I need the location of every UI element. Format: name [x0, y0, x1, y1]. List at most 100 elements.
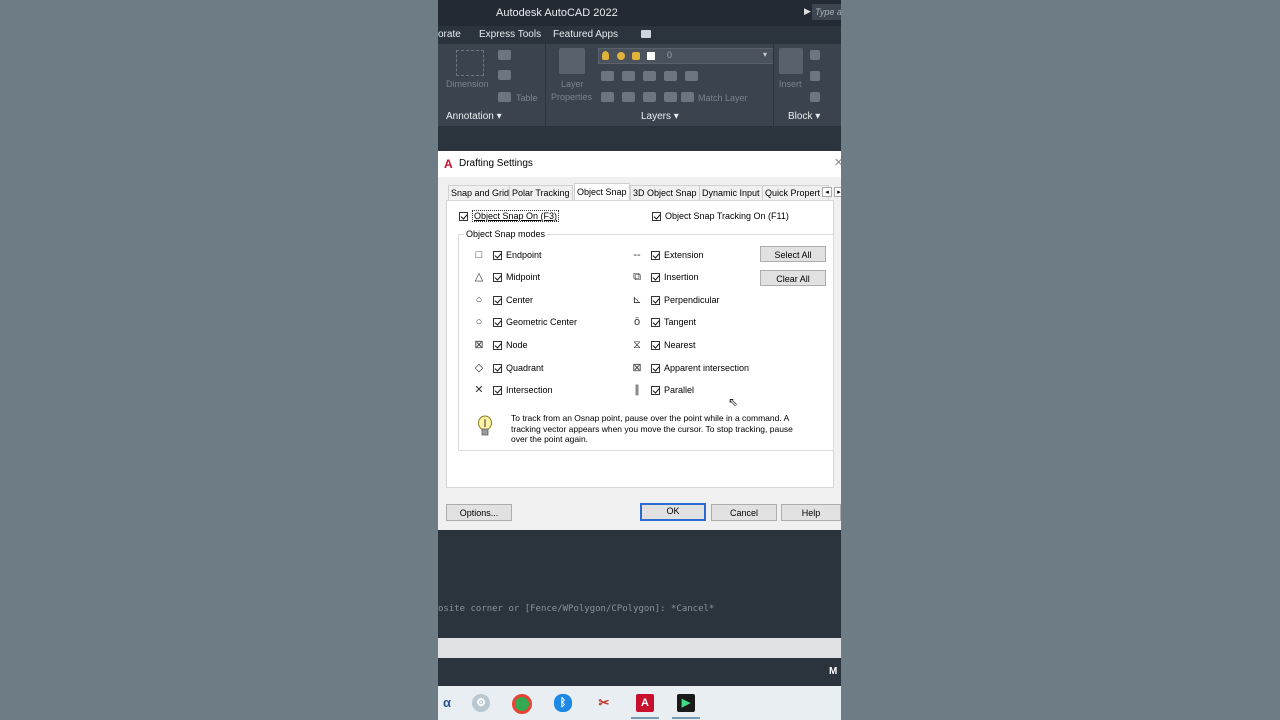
otrack-on-checkbox[interactable]: Object Snap Tracking On (F11) — [652, 210, 789, 222]
search-input[interactable]: Type a — [812, 4, 841, 20]
center-checkbox[interactable]: Center — [493, 294, 533, 306]
ok-button[interactable]: OK — [640, 503, 706, 521]
checkbox[interactable] — [651, 250, 660, 260]
tab-polar-tracking[interactable]: Polar Tracking — [509, 185, 573, 200]
layer-tool-icon[interactable] — [601, 71, 614, 81]
checkbox[interactable] — [493, 340, 502, 350]
close-icon[interactable]: ✕ — [834, 156, 841, 169]
tab-dynamic-input[interactable]: Dynamic Input — [699, 185, 763, 200]
layer-on-icon[interactable] — [602, 51, 609, 60]
layer-tool-icon[interactable] — [622, 71, 635, 81]
snipping-tool-icon[interactable]: ✂ — [595, 694, 613, 712]
insertion-checkbox[interactable]: Insertion — [651, 271, 699, 283]
checkbox[interactable] — [459, 211, 468, 221]
apparent-intersection-checkbox[interactable]: Apparent intersection — [651, 362, 749, 374]
ribbon-tab-express-tools[interactable]: Express Tools — [479, 29, 541, 40]
insert-label[interactable]: Insert — [779, 79, 802, 89]
ribbon-tab-collaborate[interactable]: orate — [438, 29, 461, 40]
nearest-checkbox[interactable]: Nearest — [651, 339, 696, 351]
clear-all-button[interactable]: Clear All — [760, 270, 826, 286]
layer-tool-icon[interactable] — [664, 71, 677, 81]
layer-tool-icon[interactable] — [601, 92, 614, 102]
layer-tool-icon[interactable] — [664, 92, 677, 102]
tab-snap-and-grid[interactable]: Snap and Grid — [448, 185, 513, 200]
layer-color-icon[interactable] — [647, 52, 655, 60]
checkbox[interactable] — [493, 363, 502, 373]
intersection-checkbox[interactable]: Intersection — [493, 384, 553, 396]
chevron-down-icon[interactable]: ▾ — [763, 50, 767, 59]
quadrant-checkbox[interactable]: Quadrant — [493, 362, 544, 374]
checkbox[interactable] — [651, 317, 660, 327]
extension-checkbox[interactable]: Extension — [651, 249, 704, 261]
table-icon[interactable] — [498, 92, 511, 102]
layer-freeze-icon[interactable] — [617, 52, 625, 60]
title-bar: Autodesk AutoCAD 2022 ▶ Type a — [438, 0, 841, 26]
parallel-checkbox[interactable]: Parallel — [651, 384, 694, 396]
current-layer-name: 0 — [667, 50, 673, 60]
endpoint-checkbox[interactable]: Endpoint — [493, 249, 542, 261]
insert-block-icon[interactable] — [779, 48, 803, 74]
bluetooth-icon[interactable]: ᛒ — [554, 694, 572, 712]
checkbox[interactable] — [652, 211, 661, 221]
checkbox[interactable] — [493, 317, 502, 327]
dimension-icon[interactable] — [456, 50, 484, 76]
expand-arrow-icon[interactable]: ▶ — [804, 6, 811, 17]
checkbox[interactable] — [651, 340, 660, 350]
layer-dropdown[interactable]: 0 ▾ — [598, 48, 774, 64]
tab-scroll-left-icon[interactable]: ◂ — [822, 187, 832, 197]
workspace-icon[interactable] — [641, 30, 651, 38]
match-layer-label[interactable]: Match Layer — [698, 93, 748, 103]
checkbox[interactable] — [651, 272, 660, 282]
select-all-button[interactable]: Select All — [760, 246, 826, 262]
leader-icon[interactable] — [498, 70, 511, 80]
layer-tool-icon[interactable] — [643, 92, 656, 102]
checkbox[interactable] — [651, 385, 660, 395]
layer-tool-icon[interactable] — [643, 71, 656, 81]
layer-properties-label-1[interactable]: Layer — [561, 79, 584, 89]
tab-object-snap[interactable]: Object Snap — [574, 183, 630, 200]
osnap-on-checkbox[interactable]: Object Snap On (F3) — [459, 210, 560, 222]
checkbox[interactable] — [651, 363, 660, 373]
block-panel-label[interactable]: Block ▾ — [788, 111, 820, 122]
layer-properties-label-2[interactable]: Properties — [551, 92, 592, 102]
tab-quick-properties[interactable]: Quick Propert — [762, 185, 829, 200]
geometric-center-checkbox[interactable]: Geometric Center — [493, 316, 577, 328]
tangent-checkbox[interactable]: Tangent — [651, 316, 696, 328]
checkbox[interactable] — [651, 295, 660, 305]
options-button[interactable]: Options... — [446, 504, 512, 521]
table-label[interactable]: Table — [516, 93, 538, 103]
checkbox[interactable] — [493, 272, 502, 282]
layer-tool-icon[interactable] — [622, 92, 635, 102]
block-tool-icon[interactable] — [810, 71, 820, 81]
tab-3d-object-snap[interactable]: 3D Object Snap — [630, 185, 700, 200]
cancel-button[interactable]: Cancel — [711, 504, 777, 521]
dimension-label[interactable]: Dimension — [446, 79, 489, 89]
match-layer-icon[interactable] — [681, 92, 694, 102]
layer-tool-icon[interactable] — [685, 71, 698, 81]
midpoint-checkbox[interactable]: Midpoint — [493, 271, 540, 283]
annotation-panel-label[interactable]: Annotation ▾ — [446, 111, 502, 122]
autocad-taskbar-icon[interactable]: A — [636, 694, 654, 712]
node-checkbox[interactable]: Node — [493, 339, 528, 351]
block-tool-icon[interactable] — [810, 50, 820, 60]
network-app-icon[interactable]: ⚙ — [472, 694, 490, 712]
checkbox[interactable] — [493, 295, 502, 305]
layers-panel-label[interactable]: Layers ▾ — [641, 111, 679, 122]
math-app-icon[interactable]: α — [438, 694, 456, 712]
tab-scroll-right-icon[interactable]: ▸ — [834, 187, 841, 197]
block-tool-icon[interactable] — [810, 92, 820, 102]
ribbon-tab-featured-apps[interactable]: Featured Apps — [553, 29, 618, 40]
windows-taskbar: α ⚙ ᛒ ✂ A ▶ — [438, 686, 841, 720]
perpendicular-checkbox[interactable]: Perpendicular — [651, 294, 720, 306]
model-button[interactable]: M — [829, 666, 837, 677]
checkbox[interactable] — [493, 385, 502, 395]
chrome-icon[interactable] — [512, 694, 532, 714]
layer-properties-icon[interactable] — [559, 48, 585, 74]
layer-lock-icon[interactable] — [632, 52, 640, 60]
help-button[interactable]: Help — [781, 504, 841, 521]
checkbox[interactable] — [493, 250, 502, 260]
command-line-input[interactable] — [438, 638, 841, 658]
linear-icon[interactable] — [498, 50, 511, 60]
intersection-label: Intersection — [506, 385, 553, 395]
media-app-icon[interactable]: ▶ — [677, 694, 695, 712]
